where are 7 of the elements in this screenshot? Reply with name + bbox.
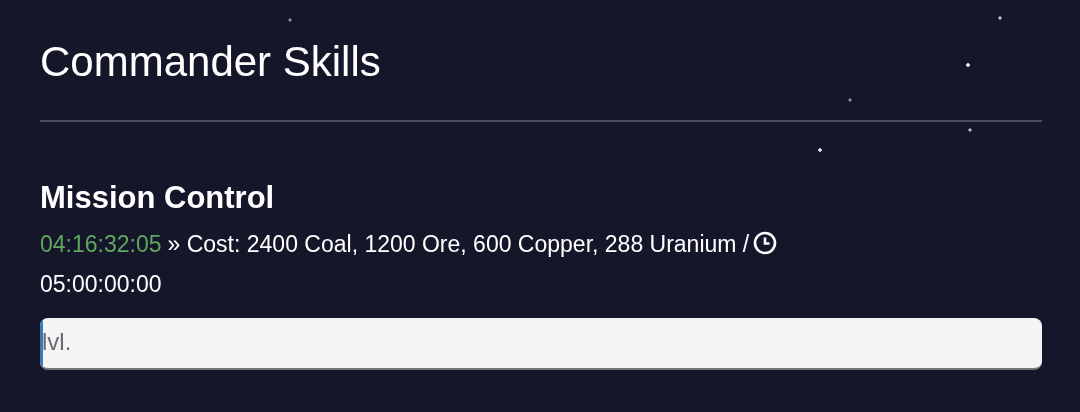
page-title: Commander Skills bbox=[40, 37, 382, 87]
cost-text: » Cost: 2400 Coal, 1200 Ore, 600 Copper, 288 Uranium / bbox=[167, 231, 750, 257]
progress-label: lvl. bbox=[42, 328, 72, 356]
skill-name: Mission Control bbox=[40, 179, 276, 217]
clock-icon bbox=[753, 231, 778, 255]
duration-text: 05:00:00:00 bbox=[40, 270, 163, 299]
remaining-time: 04:16:32:05 bbox=[40, 231, 162, 257]
